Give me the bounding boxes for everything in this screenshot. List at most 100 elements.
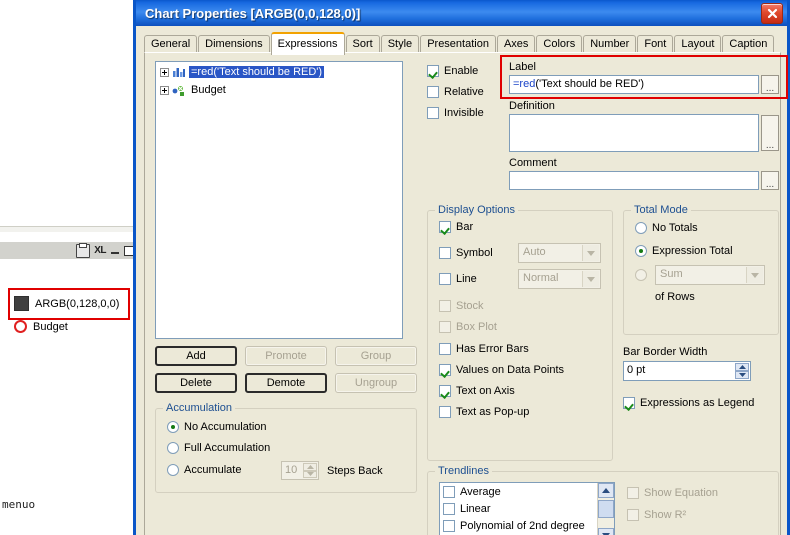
minimize-icon[interactable] [110,246,120,256]
tab-layout[interactable]: Layout [674,35,722,53]
checkbox-icon [439,273,451,285]
comment-field-caption: Comment [509,157,557,169]
list-item[interactable]: Polynomial of 2nd degree [440,517,614,534]
radio-accumulate[interactable]: Accumulate [167,464,241,476]
bar-border-width-stepper[interactable]: 0 pt [623,361,751,381]
symbol-select: Auto [518,243,601,263]
checkbox-icon [439,321,451,333]
checkbox-stock: Stock [439,300,484,312]
comment-field[interactable] [509,171,759,190]
delete-button[interactable]: Delete [155,373,237,393]
tree-node-budget[interactable]: Budget [156,82,402,98]
legend-item-budget: Budget [14,320,68,333]
legend-swatch-circle-icon [14,320,27,333]
tab-presentation[interactable]: Presentation [420,35,496,53]
checkbox-relative[interactable]: Relative [427,86,484,98]
scrollbar-thumb[interactable] [598,500,614,518]
promote-button: Promote [245,346,327,366]
checkbox-line[interactable]: Line [439,273,477,285]
scroll-up-icon[interactable] [598,483,614,498]
list-item[interactable]: Linear [440,500,614,517]
expand-plus-icon[interactable] [160,85,169,95]
add-button[interactable]: Add [155,346,237,366]
definition-field[interactable] [509,114,759,152]
expressions-tree[interactable]: =red('Text should be RED') Budget [155,61,403,339]
checkbox-label: Bar [456,221,474,233]
expressions-tab-page: =red('Text should be RED') Budget Add Pr… [144,52,788,535]
tab-expressions[interactable]: Expressions [270,32,345,55]
checkbox-symbol[interactable]: Symbol [439,247,493,259]
tabstrip: General Dimensions Expressions Sort Styl… [144,32,781,55]
chevron-down-icon [582,245,599,261]
definition-ellipsis-button[interactable]: ... [761,115,779,151]
tab-colors[interactable]: Colors [536,35,583,53]
expand-plus-icon[interactable] [160,67,169,77]
checkbox-icon [627,509,639,521]
trendlines-scrollbar[interactable] [597,483,614,535]
list-item-label: Polynomial of 2nd degree [460,519,585,532]
stepper-buttons[interactable] [735,363,749,379]
checkbox-label: Show Equation [644,487,718,499]
legend-item-argb: ARGB(0,128,0,0) [14,296,119,311]
checkbox-label: Text on Axis [456,385,515,397]
checkbox-invisible[interactable]: Invisible [427,107,484,119]
checkbox-label: Show R² [644,509,687,521]
checkbox-icon [439,247,451,259]
bar-chart-icon [172,66,186,78]
list-item[interactable]: Average [440,483,614,500]
checkbox-has-error-bars[interactable]: Has Error Bars [439,343,529,355]
label-field[interactable]: =red('Text should be RED') [509,75,759,94]
checkbox-text-as-popup[interactable]: Text as Pop-up [439,406,529,418]
tab-general[interactable]: General [144,35,198,53]
aggregation-select: Sum [655,265,765,285]
tab-sort[interactable]: Sort [345,35,380,53]
demote-button[interactable]: Demote [245,373,327,393]
excel-export-icon[interactable]: XL [94,245,106,257]
radio-no-totals[interactable]: No Totals [635,222,698,234]
scroll-down-icon[interactable] [598,528,614,535]
radio-aggregation-total [635,269,647,281]
checkbox-icon [439,406,451,418]
dialog-body: General Dimensions Expressions Sort Styl… [136,26,788,535]
checkbox-expressions-as-legend[interactable]: Expressions as Legend [623,397,754,409]
chart-caption-bar: XL [0,241,136,260]
checkbox-icon[interactable] [443,485,455,498]
tab-axes[interactable]: Axes [496,35,536,53]
label-ellipsis-button[interactable]: ... [761,75,779,94]
legend-label-budget: Budget [33,320,68,333]
checkbox-show-r2: Show R² [627,509,686,521]
checkbox-bar[interactable]: Bar [439,221,473,233]
tab-font[interactable]: Font [637,35,674,53]
stepper-down-icon[interactable] [735,371,749,379]
label-field-value-prefix: =red [513,78,536,90]
radio-no-accumulation[interactable]: No Accumulation [167,421,267,433]
chevron-down-icon [582,271,599,287]
tree-node-expression[interactable]: =red('Text should be RED') [156,64,402,80]
close-icon[interactable] [761,3,783,24]
checkbox-box-plot: Box Plot [439,321,497,333]
chart-caption-icons: XL [76,243,134,258]
tab-dimensions[interactable]: Dimensions [198,35,270,53]
trendlines-list[interactable]: Average Linear Polynomial of 2nd degree … [439,482,615,535]
stepper-down-icon [303,470,317,478]
checkbox-icon [439,300,451,312]
stepper-up-icon[interactable] [735,363,749,371]
checkbox-icon[interactable] [443,519,455,532]
checkbox-enable[interactable]: Enable [427,65,478,77]
tab-style[interactable]: Style [380,35,420,53]
checkbox-values-on-data-points[interactable]: Values on Data Points [439,364,564,376]
background-divider [0,226,136,232]
checkbox-text-on-axis[interactable]: Text on Axis [439,385,515,397]
steps-back-label: Steps Back [327,465,383,477]
comment-ellipsis-button[interactable]: ... [761,171,779,190]
tab-caption[interactable]: Caption [722,35,775,53]
radio-full-accumulation[interactable]: Full Accumulation [167,442,270,454]
radio-label: No Totals [652,222,698,234]
checkbox-icon [439,364,451,376]
print-icon[interactable] [76,243,91,258]
dialog-titlebar[interactable]: Chart Properties [ARGB(0,0,128,0)] [136,0,787,26]
radio-expression-total[interactable]: Expression Total [635,245,733,257]
checkbox-icon[interactable] [443,502,455,515]
tab-number[interactable]: Number [583,35,637,53]
legend-label-argb: ARGB(0,128,0,0) [35,297,120,310]
